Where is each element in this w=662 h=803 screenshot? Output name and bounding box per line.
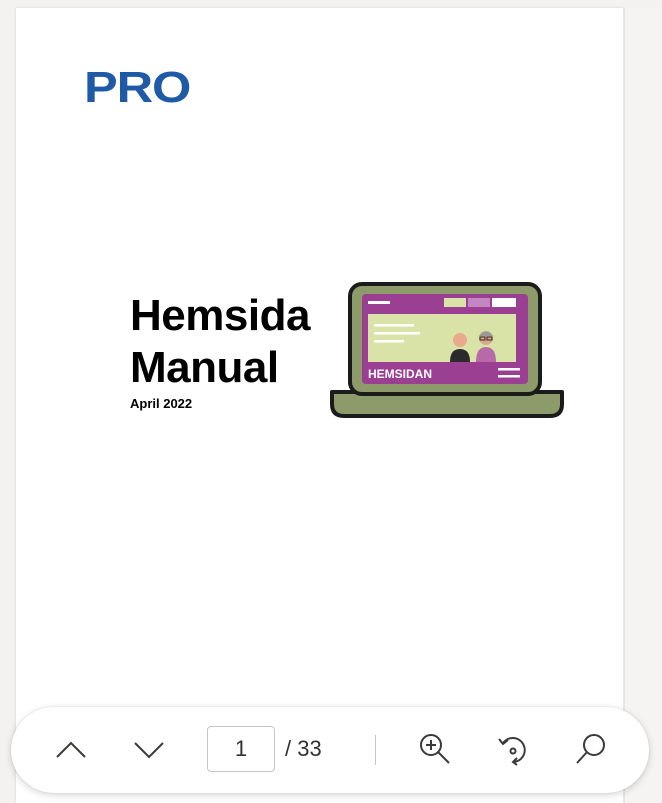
laptop-illustration: HEMSIDAN	[330, 282, 564, 418]
title-block: Hemsida Manual April 2022	[130, 290, 310, 411]
right-scroll-gutter	[624, 8, 662, 803]
search-button[interactable]	[569, 727, 613, 771]
viewer-top-edge	[0, 0, 662, 8]
zoom-in-icon	[420, 734, 450, 764]
toolbar-divider	[375, 735, 376, 765]
chevron-down-icon	[134, 742, 164, 759]
document-viewer: PRO Hemsida Manual April 2022 HEMSIDAN 1…	[0, 0, 662, 803]
document-page: PRO Hemsida Manual April 2022 HEMSIDAN	[16, 8, 623, 803]
chevron-up-icon	[56, 741, 86, 758]
illustration-label: HEMSIDAN	[368, 367, 432, 381]
page-number-input[interactable]	[207, 726, 275, 772]
rotate-button[interactable]	[491, 727, 535, 771]
title-line-2: Manual	[130, 343, 279, 392]
search-icon	[576, 734, 605, 764]
page-total: / 33	[285, 736, 322, 761]
next-page-button[interactable]	[127, 727, 171, 771]
document-date: April 2022	[130, 396, 193, 411]
title-line-1: Hemsida	[130, 291, 310, 340]
zoom-in-button[interactable]	[413, 727, 457, 771]
previous-page-button[interactable]	[49, 727, 93, 771]
rotate-icon	[498, 737, 526, 766]
pdf-toolbar: / 33	[11, 707, 649, 793]
pro-logo: PRO	[84, 63, 191, 112]
